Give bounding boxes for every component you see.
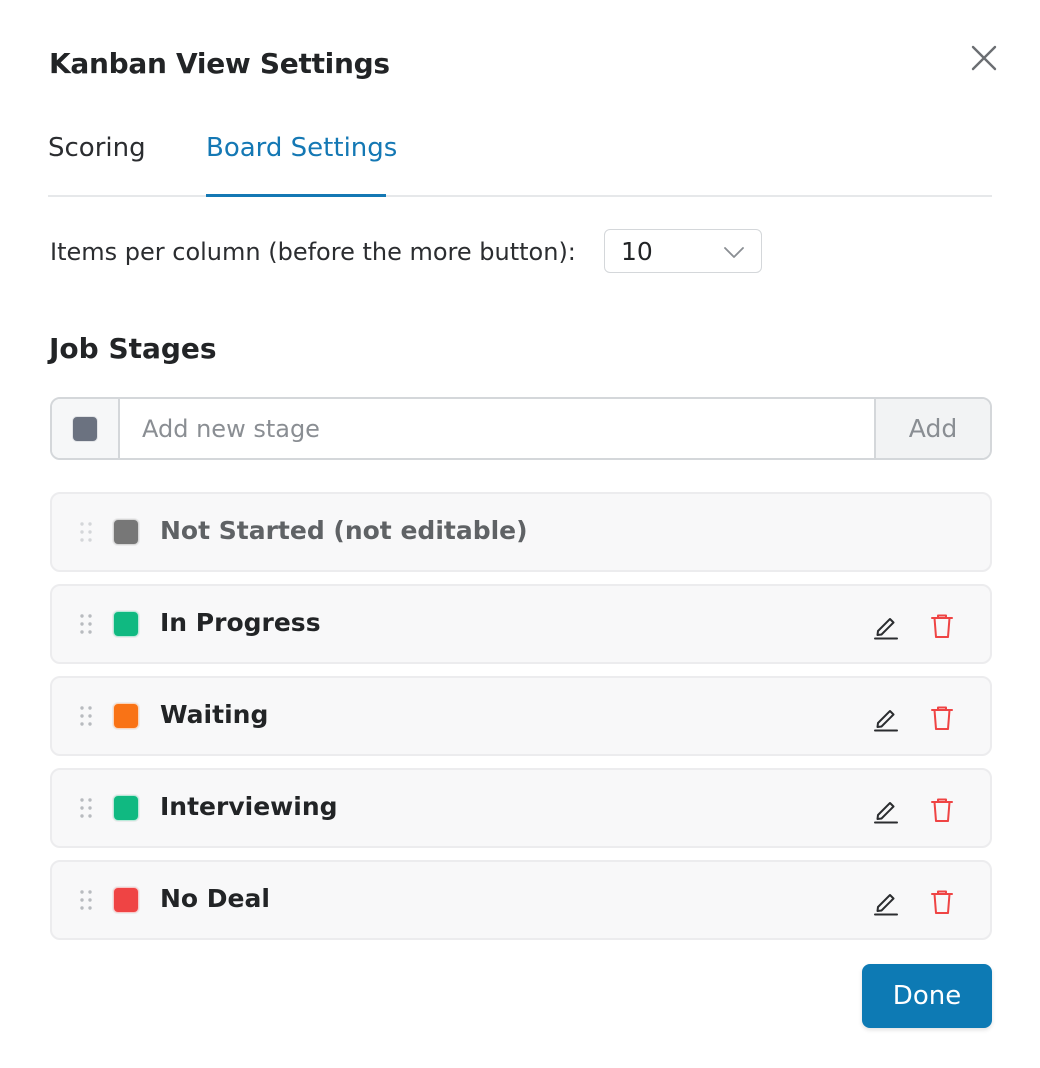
stage-color-swatch — [113, 519, 139, 545]
stage-row[interactable]: Waiting — [50, 676, 992, 756]
chevron-down-icon — [724, 247, 744, 258]
stage-color-swatch — [113, 611, 139, 637]
active-tab-indicator — [206, 194, 386, 197]
tab-board-settings[interactable]: Board Settings — [206, 133, 397, 163]
drag-handle-icon[interactable] — [78, 520, 94, 552]
stage-label: Interviewing — [160, 792, 338, 821]
delete-stage-button[interactable] — [926, 794, 958, 826]
drag-handle-icon[interactable] — [78, 796, 94, 828]
items-per-column-value: 10 — [621, 236, 653, 266]
tab-bar: Scoring Board Settings — [48, 115, 992, 197]
trash-icon — [931, 798, 953, 822]
drag-handle-icon[interactable] — [78, 704, 94, 736]
items-per-column-select[interactable]: 10 — [604, 229, 762, 273]
trash-icon — [931, 614, 953, 638]
items-per-column-label: Items per column (before the more button… — [50, 238, 576, 266]
edit-stage-button[interactable] — [870, 794, 902, 826]
drag-handle-icon[interactable] — [78, 612, 94, 644]
stage-row[interactable]: In Progress — [50, 584, 992, 664]
dialog-title: Kanban View Settings — [49, 47, 390, 80]
delete-stage-button[interactable] — [926, 886, 958, 918]
trash-icon — [931, 890, 953, 914]
trash-icon — [931, 706, 953, 730]
add-stage-row: Add — [50, 397, 992, 460]
edit-stage-button[interactable] — [870, 610, 902, 642]
stage-color-swatch — [113, 887, 139, 913]
stage-color-swatch — [113, 703, 139, 729]
delete-stage-button[interactable] — [926, 702, 958, 734]
color-swatch — [72, 415, 98, 442]
stage-color-swatch — [113, 795, 139, 821]
drag-handle-icon[interactable] — [78, 888, 94, 920]
tab-scoring[interactable]: Scoring — [48, 133, 146, 163]
add-stage-input[interactable] — [120, 399, 876, 458]
stage-row[interactable]: No Deal — [50, 860, 992, 940]
stage-row[interactable]: Interviewing — [50, 768, 992, 848]
edit-stage-button[interactable] — [870, 702, 902, 734]
stage-label: Waiting — [160, 700, 269, 729]
stage-label: In Progress — [160, 608, 321, 637]
job-stages-title: Job Stages — [49, 332, 217, 365]
pencil-icon — [874, 618, 898, 640]
add-stage-button[interactable]: Add — [874, 399, 990, 458]
add-stage-color-picker[interactable] — [52, 399, 120, 458]
items-per-column-row: Items per column (before the more button… — [50, 229, 762, 275]
pencil-icon — [874, 894, 898, 916]
kanban-settings-dialog: Kanban View Settings Scoring Board Setti… — [0, 0, 1040, 1068]
pencil-icon — [874, 802, 898, 824]
stage-row[interactable]: Not Started (not editable) — [50, 492, 992, 572]
pencil-icon — [874, 710, 898, 732]
edit-stage-button[interactable] — [870, 886, 902, 918]
stage-label: No Deal — [160, 884, 270, 913]
stage-label: Not Started (not editable) — [160, 516, 528, 545]
done-button[interactable]: Done — [862, 964, 992, 1028]
delete-stage-button[interactable] — [926, 610, 958, 642]
close-icon — [971, 45, 997, 71]
close-button[interactable] — [966, 40, 1002, 76]
